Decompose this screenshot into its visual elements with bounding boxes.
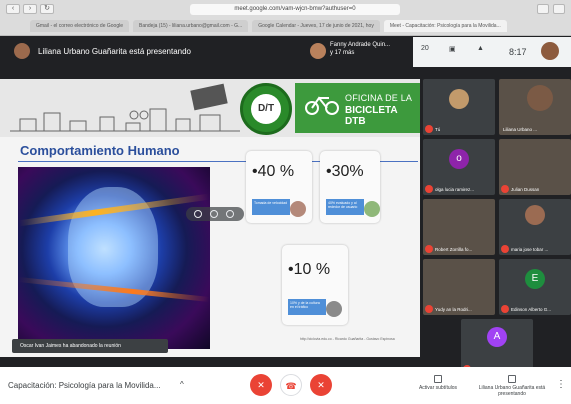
participant-tile[interactable]: Robert Zorrilla fo... (423, 199, 495, 255)
participant-name: Liliana Urbano ... (503, 127, 538, 132)
participant-name: Yudy an la Rodri... (435, 307, 472, 312)
human-head-image (18, 167, 210, 349)
participant-avatar (310, 43, 326, 59)
notification-toast: Oscar Ivan Jaimes ha abandonado la reuni… (12, 339, 168, 353)
mic-off-icon (425, 305, 433, 313)
presenting-label: Liliana Urbano Guañarita está presentand… (38, 47, 191, 56)
mic-off-icon (425, 245, 433, 253)
tab-strip: Gmail - el correo electrónico de Google … (30, 20, 507, 32)
camera-off-button[interactable]: ✕ (310, 374, 332, 396)
reload-icon[interactable]: ↻ (40, 4, 54, 14)
people-count[interactable]: 20 (421, 45, 429, 52)
stat-value: •30% (326, 163, 364, 180)
mic-off-icon (501, 245, 509, 253)
participant-name: olga lucia ramirez... (435, 187, 475, 192)
stat-card: •10 % 10% y de la cultura en el tráfico (282, 245, 348, 325)
mic-off-icon (425, 185, 433, 193)
chevron-up-icon[interactable]: ^ (180, 380, 184, 389)
participant-grid: Tú Liliana Urbano ... o olga lucia ramir… (423, 79, 571, 375)
share-icon[interactable] (537, 4, 549, 14)
self-avatar[interactable] (541, 42, 559, 60)
activities-icon[interactable]: ▲ (477, 45, 484, 52)
mic-off-icon (501, 305, 509, 313)
back-icon[interactable]: ‹ (6, 4, 20, 14)
participant-name: Edinson Alberto G... (511, 307, 552, 312)
slide-title: Comportamiento Humano (20, 143, 180, 158)
bottom-bar: Capacitación: Psicología para la Movilid… (0, 367, 571, 404)
mic-off-button[interactable]: ✕ (250, 374, 272, 396)
more-options-icon[interactable]: ⋮ (556, 379, 566, 390)
remove-icon[interactable] (226, 210, 234, 218)
avatar: A (487, 327, 507, 347)
stat-image (326, 301, 342, 317)
stat-caption: 40% evaluado y al rededor de usuario (326, 199, 364, 215)
extensions-icon[interactable] (553, 4, 565, 14)
slide-credit: http://ciclovia.edu.co - Ricardo Guañari… (300, 337, 395, 341)
present-icon (508, 375, 516, 383)
captions-button[interactable]: Activar subtítulos (408, 375, 468, 391)
browser-chrome: ‹ › ↻ meet.google.com/vam-wjcn-bmw?authu… (0, 0, 571, 36)
participant-tile[interactable]: E Edinson Alberto G... (499, 259, 571, 315)
avatar: E (525, 269, 545, 289)
browser-nav: ‹ › ↻ (6, 4, 54, 14)
avatar (525, 205, 545, 225)
captions-label: Activar subtítulos (418, 385, 458, 391)
participant-summary: Fanny Andrade Quin... y 17 más (330, 42, 391, 56)
presenting-button-label: Liliana Urbano Guañarita está presentand… (478, 385, 546, 397)
pin-icon[interactable] (194, 210, 202, 218)
slide-banner: D/T OFICINA DE LA BICICLETA DTB (0, 79, 420, 137)
logo-text: D/T (251, 94, 281, 124)
participant-tile[interactable]: Tú (423, 79, 495, 135)
participant-tile[interactable]: Julian Dussan (499, 139, 571, 195)
stat-caption: 10% y de la cultura en el tráfico (288, 299, 326, 315)
clock: 8:17 (509, 47, 527, 57)
browser-actions (537, 4, 565, 14)
stat-caption: Tomada de velocidad (252, 199, 290, 215)
participant-name: Robert Zorrilla fo... (435, 247, 473, 252)
tab-meet[interactable]: Meet - Capacitación: Psicología para la … (383, 20, 507, 32)
address-bar[interactable]: meet.google.com/vam-wjcn-bmw?authuser=0 (190, 4, 400, 15)
presenter-avatar (14, 43, 30, 59)
captions-icon (434, 375, 442, 383)
tab-gmail[interactable]: Gmail - el correo electrónico de Google (30, 20, 129, 32)
stat-value: •10 % (288, 261, 331, 278)
chat-icon[interactable]: ▣ (449, 45, 456, 53)
tab-inbox[interactable]: Bandeja (15) - liliana.urbano@gmail.com … (133, 20, 249, 32)
stat-image (290, 201, 306, 217)
meeting-name[interactable]: Capacitación: Psicología para la Movilid… (8, 381, 161, 390)
stat-card: •40 % Tomada de velocidad (246, 151, 312, 223)
participant-tile[interactable]: Yudy an la Rodri... (423, 259, 495, 315)
participant-tile[interactable]: o olga lucia ramirez... (423, 139, 495, 195)
bicycle-icon (305, 96, 339, 115)
mute-icon[interactable] (210, 210, 218, 218)
mic-off-icon (501, 185, 509, 193)
stat-image (364, 201, 380, 217)
participant-tile[interactable]: maria jose tobar ... (499, 199, 571, 255)
participant-tile[interactable]: Liliana Urbano ... (499, 79, 571, 135)
leave-call-button[interactable]: ☎ (280, 374, 302, 396)
avatar (449, 89, 469, 109)
office-line-1: OFICINA DE LA (345, 93, 413, 103)
participant-name: Julian Dussan (511, 187, 540, 192)
forward-icon[interactable]: › (23, 4, 37, 14)
stat-card: •30% 40% evaluado y al rededor de usuari… (320, 151, 380, 223)
meet-top-right: 20 ▣ ▲ 8:17 (413, 37, 571, 67)
participant-name: Tú (435, 127, 441, 132)
presentation-slide: D/T OFICINA DE LA BICICLETA DTB Comporta… (0, 79, 420, 357)
meet-top-bar: Liliana Urbano Guañarita está presentand… (0, 37, 571, 67)
tab-calendar[interactable]: Google Calendar - Jueves, 17 de junio de… (252, 20, 380, 32)
avatar: o (449, 149, 469, 169)
mic-off-icon (425, 125, 433, 133)
office-line-2: BICICLETA DTB (345, 105, 398, 127)
dtb-logo: D/T (240, 83, 292, 135)
presenting-button[interactable]: Liliana Urbano Guañarita está presentand… (474, 375, 550, 397)
slide-controls (186, 207, 244, 221)
screen: ‹ › ↻ meet.google.com/vam-wjcn-bmw?authu… (0, 0, 571, 404)
avatar (527, 85, 553, 111)
participant-name: maria jose tobar ... (511, 247, 549, 252)
stat-value: •40 % (252, 163, 295, 180)
